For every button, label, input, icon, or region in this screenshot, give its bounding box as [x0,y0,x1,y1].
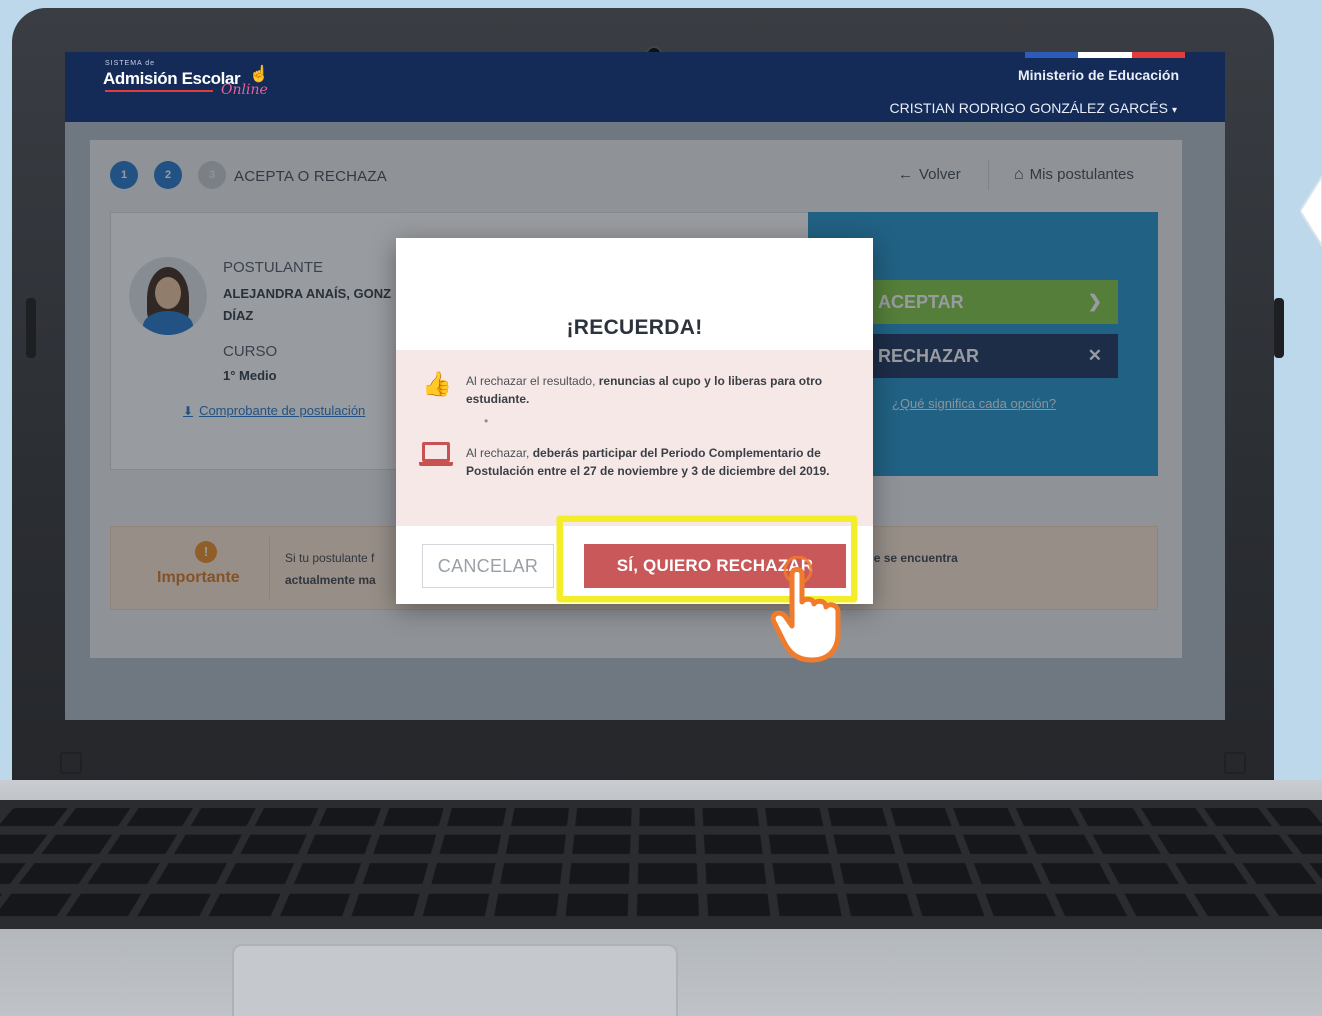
bezel-pad-left [60,752,82,774]
reminder-item-1: Al rechazar el resultado, renuncias al c… [466,372,858,408]
logo-script-text: Online [221,82,268,98]
user-name-label: CRISTIAN RODRIGO GONZÁLEZ GARCÉS [889,100,1168,116]
modal-body: 👍 Al rechazar el resultado, renuncias al… [396,350,873,526]
modal-title: ¡RECUERDA! [566,316,703,339]
pointer-hand-icon: ☝ [249,66,269,83]
reminder-bullet: • [484,414,489,428]
key-row [0,893,1322,917]
reminder-item-1-prefix: Al rechazar el resultado, [466,374,599,388]
touchpad [232,944,678,1016]
bezel-edge-right [1274,298,1284,358]
flag-stripe-blue [1025,52,1079,58]
keyboard [0,800,1322,929]
bezel-pad-right [1224,752,1246,774]
reminder-item-2-prefix: Al rechazar, [466,446,533,460]
laptop-screen: SISTEMA de Admisión Escolar Online ☝ Min… [65,52,1225,720]
key-row [0,807,1322,827]
key-row [0,863,1322,884]
key-row [0,834,1322,854]
logo-main-text[interactable]: Admisión Escolar [103,69,241,89]
reminder-item-2: Al rechazar, deberás participar del Peri… [466,444,858,480]
flag-bar [1025,52,1185,58]
flag-stripe-white [1078,52,1132,58]
app-header: SISTEMA de Admisión Escolar Online ☝ Min… [65,52,1225,122]
logo-underline [105,90,213,92]
chevron-left-icon[interactable] [1300,176,1322,246]
bezel-edge-left [26,298,36,358]
pointing-hand-cursor-icon [770,556,841,663]
user-menu[interactable]: CRISTIAN RODRIGO GONZÁLEZ GARCÉS ▾ [889,100,1177,116]
laptop-icon [419,442,453,466]
cancel-button[interactable]: CANCELAR [422,544,554,588]
chevron-down-icon: ▾ [1171,105,1177,116]
flag-stripe-red [1131,52,1185,58]
logo-small-text: SISTEMA de [105,60,156,67]
thumbs-up-icon: 👍 [422,371,452,398]
ministry-name: Ministerio de Educación [1017,67,1179,83]
